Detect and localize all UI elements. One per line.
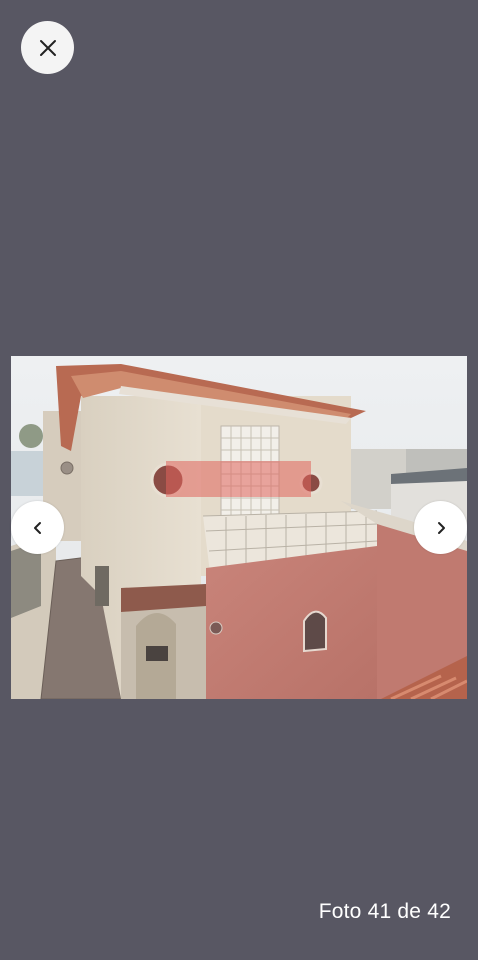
photo-viewer: Foto 41 de 42 [0, 0, 478, 960]
counter-current: 41 [367, 900, 392, 923]
chevron-right-icon [437, 521, 445, 534]
chevron-left-icon [33, 521, 41, 534]
next-photo-button[interactable] [414, 501, 467, 554]
close-icon [39, 39, 56, 56]
close-button[interactable] [21, 21, 74, 74]
gallery-photo [11, 356, 467, 699]
photo-counter: Foto 41 de 42 [319, 900, 451, 924]
house-photo [11, 356, 467, 699]
counter-total: 42 [427, 900, 451, 923]
previous-photo-button[interactable] [11, 501, 64, 554]
counter-separator: de [397, 900, 422, 923]
counter-prefix: Foto [318, 900, 362, 923]
